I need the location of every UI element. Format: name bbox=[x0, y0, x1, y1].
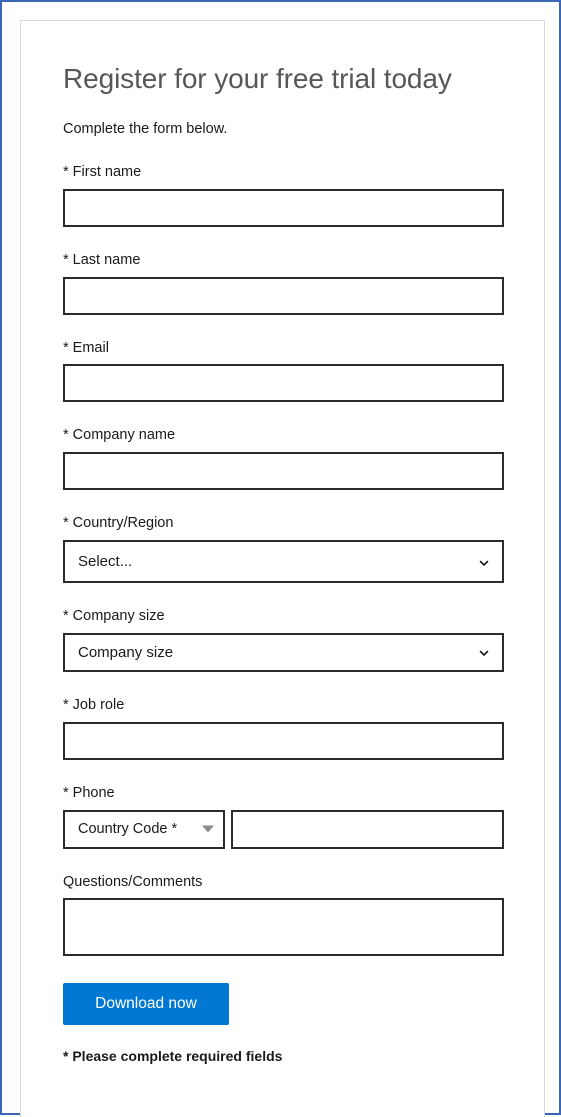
browser-window-frame: Register for your free trial today Compl… bbox=[0, 0, 561, 1117]
download-now-button[interactable]: Download now bbox=[63, 983, 229, 1026]
field-group-last-name: * Last name bbox=[63, 251, 504, 315]
first-name-input[interactable] bbox=[63, 188, 504, 227]
form-content: Register for your free trial today Compl… bbox=[63, 61, 504, 1066]
field-group-phone: * Phone Country Code * bbox=[63, 784, 504, 849]
questions-comments-label: Questions/Comments bbox=[63, 873, 203, 890]
country-region-selected-value: Select... bbox=[78, 553, 133, 571]
chevron-down-icon bbox=[478, 646, 490, 658]
triangle-down-icon bbox=[202, 825, 214, 833]
required-fields-note: * Please complete required fields bbox=[63, 1048, 283, 1065]
field-group-job-role: * Job role bbox=[63, 696, 504, 760]
questions-comments-textarea[interactable] bbox=[63, 898, 504, 957]
country-region-select[interactable]: Select... bbox=[63, 540, 504, 584]
company-name-label: * Company name bbox=[63, 427, 176, 444]
company-size-selected-value: Company size bbox=[78, 643, 174, 661]
country-region-label: * Country/Region bbox=[63, 515, 174, 532]
email-label: * Email bbox=[63, 339, 109, 356]
job-role-label: * Job role bbox=[63, 696, 125, 713]
field-group-country-region: * Country/Region Select... bbox=[63, 514, 504, 584]
first-name-label: * First name bbox=[63, 163, 142, 180]
country-code-selected-value: Country Code * bbox=[78, 820, 178, 837]
field-group-first-name: * First name bbox=[63, 163, 504, 227]
country-code-select[interactable]: Country Code * bbox=[63, 809, 225, 849]
phone-row: Country Code * bbox=[63, 809, 504, 849]
phone-label: * Phone bbox=[63, 784, 115, 801]
job-role-input[interactable] bbox=[63, 721, 504, 760]
last-name-label: * Last name bbox=[63, 251, 141, 268]
company-name-input[interactable] bbox=[63, 452, 504, 491]
page-title: Register for your free trial today bbox=[63, 63, 452, 94]
field-group-company-name: * Company name bbox=[63, 426, 504, 491]
field-group-questions-comments: Questions/Comments bbox=[63, 873, 504, 957]
chevron-down-icon bbox=[478, 556, 490, 568]
email-input[interactable] bbox=[63, 364, 504, 403]
company-size-select[interactable]: Company size bbox=[63, 632, 504, 672]
phone-number-input[interactable] bbox=[231, 809, 504, 849]
field-group-email: * Email bbox=[63, 339, 504, 403]
company-size-label: * Company size bbox=[63, 608, 165, 625]
form-subtitle: Complete the form below. bbox=[63, 121, 228, 137]
field-group-company-size: * Company size Company size bbox=[63, 607, 504, 672]
registration-form-card: Register for your free trial today Compl… bbox=[20, 20, 545, 1117]
last-name-input[interactable] bbox=[63, 276, 504, 315]
